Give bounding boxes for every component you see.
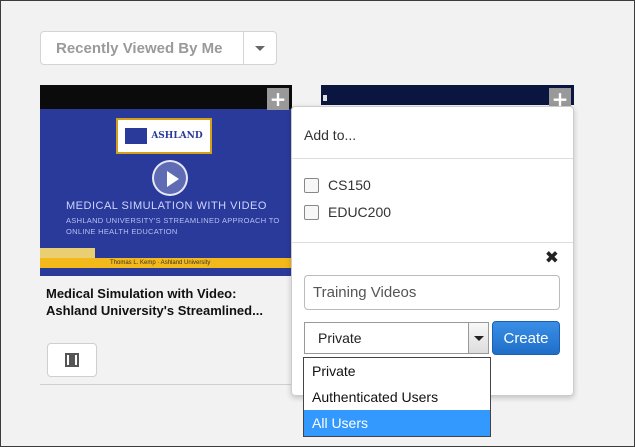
- film-icon: [65, 353, 79, 367]
- playlist-option-cs150[interactable]: CS150: [304, 177, 371, 193]
- chevron-down-icon[interactable]: [468, 323, 488, 353]
- video-thumbnail-2[interactable]: +: [321, 85, 574, 110]
- close-icon[interactable]: ✖: [545, 248, 559, 268]
- slide-presenter: Thomas L. Kemp · Ashland University: [110, 260, 211, 266]
- divider: [292, 158, 573, 159]
- slide-accent-bar: [40, 248, 95, 258]
- slide-subtitle: ASHLAND UNIVERSITY'S STREAMLINED APPROAC…: [66, 216, 280, 236]
- visibility-options-list: Private Authenticated Users All Users: [303, 357, 491, 437]
- video-thumbnail[interactable]: ASHLAND MEDICAL SIMULATION WITH VIDEO AS…: [40, 85, 292, 276]
- visibility-selected-value: Private: [318, 330, 362, 346]
- play-icon[interactable]: [152, 160, 188, 196]
- checkbox[interactable]: [304, 204, 319, 220]
- add-to-playlist-button[interactable]: +: [267, 88, 289, 110]
- card-divider: [40, 384, 292, 385]
- new-playlist-name-input[interactable]: [304, 275, 560, 310]
- playlist-option-educ200[interactable]: EDUC200: [304, 204, 391, 220]
- filter-dropdown[interactable]: Recently Viewed By Me: [40, 31, 277, 65]
- checkbox[interactable]: [304, 177, 319, 193]
- media-type-button[interactable]: [47, 343, 97, 377]
- chevron-down-icon[interactable]: [244, 32, 276, 64]
- divider: [292, 242, 573, 243]
- video-title[interactable]: Medical Simulation with Video: Ashland U…: [46, 285, 290, 319]
- option-all-users[interactable]: All Users: [304, 410, 490, 436]
- logo-mark-icon: [125, 128, 148, 144]
- visibility-select[interactable]: Private: [304, 322, 489, 354]
- playlist-label: EDUC200: [328, 204, 392, 220]
- video-card: ASHLAND MEDICAL SIMULATION WITH VIDEO AS…: [40, 85, 292, 385]
- option-authenticated-users[interactable]: Authenticated Users: [304, 384, 490, 410]
- filter-label[interactable]: Recently Viewed By Me: [41, 32, 244, 64]
- option-private[interactable]: Private: [304, 358, 490, 384]
- popover-header: Add to...: [304, 127, 357, 143]
- add-to-popover: Add to... CS150 EDUC200 ✖ Private Create: [291, 106, 574, 396]
- playlist-label: CS150: [328, 177, 371, 193]
- slide-title: MEDICAL SIMULATION WITH VIDEO: [66, 200, 267, 212]
- top-rule: [0, 0, 635, 1]
- logo-text: ASHLAND: [151, 131, 203, 141]
- slide-image: ASHLAND MEDICAL SIMULATION WITH VIDEO AS…: [40, 109, 292, 276]
- ashland-logo: ASHLAND: [116, 118, 212, 154]
- create-button[interactable]: Create: [492, 321, 560, 355]
